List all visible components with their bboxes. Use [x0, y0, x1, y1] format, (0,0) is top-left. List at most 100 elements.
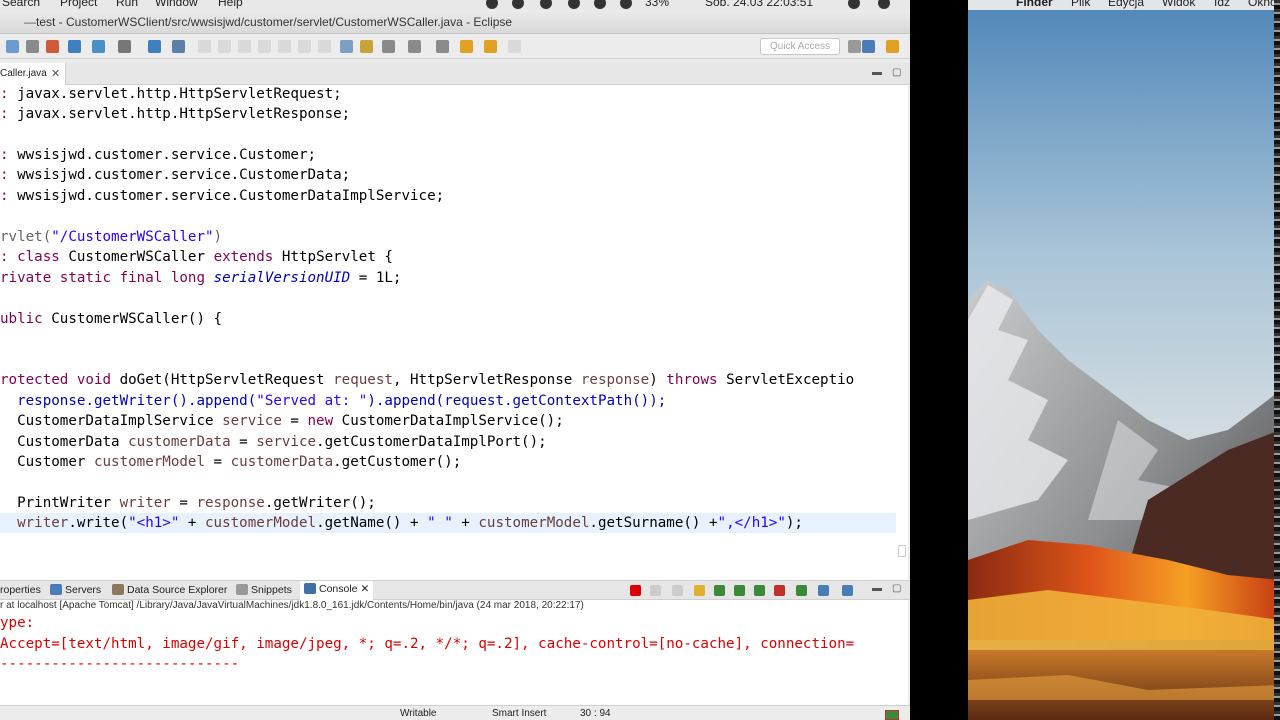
menu-edycja[interactable]: Edycja: [1108, 0, 1144, 9]
code-line: rotected void doGet(HttpServletRequest r…: [0, 372, 855, 388]
globe-icon[interactable]: [68, 40, 81, 53]
annotation-next-icon[interactable]: [360, 40, 373, 53]
sync-icon[interactable]: [540, 0, 552, 9]
toggle-mark-icon[interactable]: [6, 40, 19, 53]
display-console-icon[interactable]: [818, 585, 829, 596]
progress-icon[interactable]: [885, 710, 899, 720]
step-return-icon[interactable]: [318, 40, 331, 53]
suspend-icon[interactable]: [218, 40, 231, 53]
show-whitespace-icon[interactable]: [46, 40, 59, 53]
toolbar-separator-icon: [848, 40, 861, 53]
menu-plik[interactable]: Plik: [1071, 0, 1090, 9]
bluetooth-icon[interactable]: [568, 0, 580, 9]
spotlight-icon[interactable]: [848, 0, 860, 9]
remove-all-icon[interactable]: [672, 585, 683, 596]
java-ee-perspective-icon[interactable]: [886, 40, 899, 53]
status-writable: Writable: [400, 708, 437, 719]
resume-icon[interactable]: [198, 40, 211, 53]
step-into-icon[interactable]: [278, 40, 291, 53]
word-wrap-icon[interactable]: [734, 585, 745, 596]
editor-tab-label: Caller.java: [0, 68, 47, 79]
menu-list-icon[interactable]: [878, 0, 890, 9]
maximize-icon[interactable]: ▢: [892, 67, 901, 78]
code-line: : wwsisjwd.customer.service.CustomerData…: [0, 188, 445, 204]
menu-search[interactable]: Search: [2, 0, 40, 9]
tab-data-source-explorer[interactable]: Data Source Explorer: [112, 584, 227, 596]
code-line: : javax.servlet.http.HttpServletRequest;: [0, 86, 342, 102]
last-edit-icon[interactable]: [460, 40, 473, 53]
disconnect-icon[interactable]: [258, 40, 271, 53]
code-line: response.getWriter().append("Served at: …: [17, 393, 667, 409]
menu-run[interactable]: Run: [116, 0, 138, 9]
settings-dropdown-icon[interactable]: [118, 40, 131, 53]
menu-okno[interactable]: Okno: [1248, 0, 1277, 9]
close-icon[interactable]: ✕: [51, 63, 60, 85]
tab-properties[interactable]: roperties: [0, 584, 41, 596]
code-line: : wwsisjwd.customer.service.CustomerData…: [0, 167, 351, 183]
show-stderr-icon[interactable]: [774, 585, 785, 596]
menu-idz[interactable]: Idź: [1214, 0, 1230, 9]
search-dropdown-icon[interactable]: [436, 40, 449, 53]
code-line: CustomerData customerData = service.getC…: [0, 434, 547, 450]
annotation-prev-icon[interactable]: [382, 40, 395, 53]
status-cursor-position: 30 : 94: [580, 708, 611, 719]
terminate-icon[interactable]: [630, 585, 641, 596]
desktop: Finder Plik Edycja Widok Idź Okno: [968, 0, 1280, 720]
back-icon[interactable]: [484, 40, 497, 53]
console-output[interactable]: r at localhost [Apache Tomcat] /Library/…: [0, 600, 908, 705]
run-server-icon[interactable]: [92, 40, 105, 53]
screen-gap: [910, 0, 968, 720]
close-icon[interactable]: ✕: [360, 583, 369, 595]
clear-console-icon[interactable]: [694, 585, 705, 596]
wifi-icon[interactable]: [594, 0, 606, 9]
tab-snippets[interactable]: Snippets: [236, 584, 292, 596]
tab-servers[interactable]: Servers: [50, 584, 101, 596]
open-perspective-icon[interactable]: [862, 40, 875, 53]
clock[interactable]: Sob. 24.03 22:03:51: [705, 0, 813, 9]
code-line: ublic CustomerWSCaller() {: [0, 311, 223, 327]
task-list-icon[interactable]: [340, 40, 353, 53]
battery-level[interactable]: 33%: [645, 0, 669, 9]
volume-icon[interactable]: [620, 0, 632, 9]
terminate-icon[interactable]: [238, 40, 251, 53]
record-icon[interactable]: [486, 0, 498, 9]
forward-icon[interactable]: [508, 40, 521, 53]
show-stdout-icon[interactable]: [754, 585, 765, 596]
menu-help[interactable]: Help: [218, 0, 243, 9]
menu-window[interactable]: Window: [155, 0, 198, 9]
menu-widok[interactable]: Widok: [1162, 0, 1195, 9]
code-line: : javax.servlet.http.HttpServletResponse…: [0, 106, 351, 122]
open-type-icon[interactable]: [408, 40, 421, 53]
pin-console-icon[interactable]: [796, 585, 807, 596]
console-process-label: r at localhost [Apache Tomcat] /Library/…: [0, 600, 584, 611]
cloud-icon[interactable]: [512, 0, 524, 9]
step-over-icon[interactable]: [298, 40, 311, 53]
editor-tab-customerwscaller[interactable]: Caller.java ✕: [0, 63, 66, 85]
code-line-current: writer.write("<h1>" + customerModel.getN…: [0, 513, 896, 533]
skip-breakpoints-icon[interactable]: [172, 40, 185, 53]
eclipse-window: Search Project Run Window Help 33% Sob. …: [0, 0, 910, 720]
minimize-icon[interactable]: ▬: [872, 67, 882, 78]
monitor-icon[interactable]: [148, 40, 161, 53]
code-line: rvlet("/CustomerWSCaller"): [0, 229, 223, 245]
overview-ruler-marker[interactable]: [898, 545, 906, 557]
screen: Search Project Run Window Help 33% Sob. …: [0, 0, 1280, 720]
menu-finder[interactable]: Finder: [1016, 0, 1053, 9]
bottom-panel-tabs: roperties Servers Data Source Explorer S…: [0, 580, 910, 600]
mountain-wallpaper: [968, 0, 1280, 720]
scroll-lock-icon[interactable]: [714, 585, 725, 596]
code-line: CustomerDataImplService service = new Cu…: [0, 413, 564, 429]
remove-launch-icon[interactable]: [650, 585, 661, 596]
open-console-icon[interactable]: [842, 585, 853, 596]
tab-console[interactable]: Console ✕: [300, 581, 374, 600]
code-editor[interactable]: : javax.servlet.http.HttpServletRequest;…: [0, 85, 908, 580]
minimize-icon[interactable]: ▬: [872, 583, 882, 594]
block-selection-icon[interactable]: [26, 40, 39, 53]
maximize-icon[interactable]: ▢: [892, 583, 901, 594]
console-line: ----------------------------: [0, 656, 240, 672]
window-titlebar: — test - CustomerWSClient/src/wwsisjwd/c…: [0, 10, 910, 34]
console-line: Accept=[text/html, image/gif, image/jpeg…: [0, 636, 855, 652]
menu-project[interactable]: Project: [60, 0, 97, 9]
code-line: : class CustomerWSCaller extends HttpSer…: [0, 249, 393, 265]
quick-access-input[interactable]: Quick Access: [760, 38, 840, 55]
